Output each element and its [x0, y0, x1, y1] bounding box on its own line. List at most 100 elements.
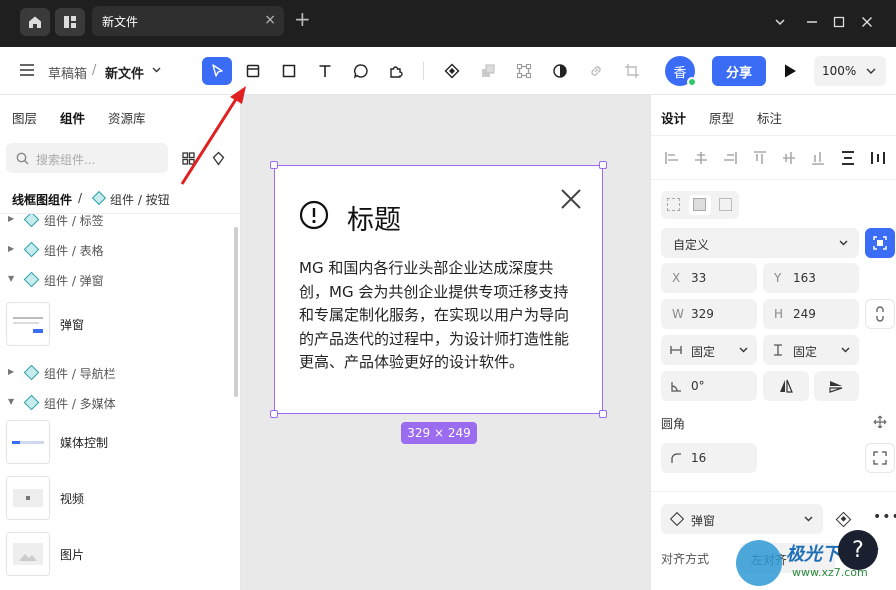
size-badge: 329 × 249 [401, 422, 477, 444]
free-frame-icon[interactable] [667, 198, 680, 211]
tab-annotate[interactable]: 标注 [757, 108, 782, 127]
rectangle-tool[interactable] [274, 57, 304, 85]
move-icon[interactable] [873, 415, 887, 429]
rotation-input[interactable]: 0° [661, 371, 757, 401]
flip-vertical-button[interactable] [814, 371, 859, 401]
horizontal-constraint-dropdown[interactable]: 固定 [661, 335, 757, 365]
file-tab[interactable]: 新文件 × [92, 6, 284, 36]
component-tool[interactable] [437, 57, 467, 85]
tab-prototype[interactable]: 原型 [709, 108, 734, 127]
tab-design[interactable]: 设计 [661, 108, 686, 127]
frame-tool[interactable] [238, 57, 268, 85]
align-top-icon[interactable] [753, 151, 767, 165]
crop-tool[interactable] [617, 57, 647, 85]
zoom-dropdown[interactable]: 100% [814, 56, 886, 86]
link-icon [591, 66, 601, 76]
resize-handle[interactable] [270, 410, 278, 418]
boolean-tool[interactable] [473, 57, 503, 85]
breadcrumb-drafts[interactable]: 草稿箱 [48, 63, 87, 82]
corner-radius-heading: 圆角 [661, 417, 686, 431]
corner-radius-input[interactable]: 16 [661, 443, 757, 473]
library-button[interactable] [55, 8, 85, 36]
distribute-horizontal-icon[interactable] [871, 151, 885, 165]
vertical-constraint-dropdown[interactable]: 固定 [763, 335, 859, 365]
chevron-down-icon[interactable] [770, 12, 790, 32]
height-input[interactable]: H 249 [763, 299, 859, 329]
select-tool[interactable] [202, 57, 232, 85]
chevron-down-icon: ▼ [8, 274, 15, 283]
tab-assets[interactable]: 资源库 [108, 108, 146, 127]
plugin-tool[interactable] [381, 57, 411, 85]
tree-group-navbar[interactable]: ▶ 组件 / 导航栏 [0, 362, 230, 384]
play-button[interactable] [783, 63, 797, 79]
link-icon [876, 306, 884, 322]
frame-type-toggle[interactable] [661, 191, 739, 219]
align-middle-icon[interactable] [782, 151, 796, 165]
text-tool[interactable] [310, 57, 340, 85]
distribute-vertical-icon[interactable] [841, 151, 855, 165]
resize-handle[interactable] [599, 410, 607, 418]
file-name[interactable]: 新文件 [105, 63, 144, 82]
tab-components[interactable]: 组件 [60, 108, 85, 127]
align-right-icon[interactable] [723, 151, 737, 165]
align-left-icon[interactable] [665, 151, 679, 165]
independent-corners-button[interactable] [865, 443, 895, 473]
component-thumbnail-dialog[interactable] [6, 302, 50, 346]
scrollbar[interactable] [234, 227, 238, 397]
avatar[interactable]: 香 [665, 56, 697, 87]
close-icon[interactable] [560, 188, 582, 210]
align-mode-label: 对齐方式 [661, 552, 710, 566]
component-label[interactable]: 弹窗 [60, 316, 84, 333]
new-tab-button[interactable]: + [294, 7, 311, 31]
tab-close-button[interactable]: × [264, 12, 276, 28]
tree-group-tag[interactable]: ▶ 组件 / 标签 [0, 214, 230, 231]
dialog-frame[interactable]: 标题 MG 和国内各行业头部企业达成深度共创，MG 会为共创企业提供专项迁移支持… [270, 161, 607, 418]
boolean-icon [482, 64, 495, 77]
tree-group-table[interactable]: ▶ 组件 / 表格 [0, 239, 230, 261]
component-thumbnail-video[interactable] [6, 476, 50, 520]
image-icon [19, 554, 37, 561]
search-input[interactable]: 搜索组件... [6, 143, 168, 173]
component-thumbnail-image[interactable] [6, 532, 50, 576]
tree-group-media[interactable]: ▼ 组件 / 多媒体 [0, 392, 230, 414]
width-input[interactable]: W 329 [661, 299, 757, 329]
more-options-icon[interactable]: ••• [873, 509, 896, 525]
transform-tool[interactable] [509, 57, 539, 85]
align-center-icon[interactable] [694, 151, 708, 165]
close-window-button[interactable] [857, 12, 877, 32]
align-bottom-icon[interactable] [811, 151, 825, 165]
chevron-down-icon[interactable] [152, 67, 161, 73]
component-label[interactable]: 图片 [60, 546, 84, 563]
go-to-main-component-icon[interactable] [835, 511, 852, 528]
component-thumbnail-media-control[interactable] [6, 420, 50, 464]
help-button[interactable]: ? [838, 530, 878, 570]
tree-group-dialog[interactable]: ▼ 组件 / 弹窗 [0, 269, 230, 291]
x-input[interactable]: X 33 [661, 263, 757, 293]
breadcrumb-current[interactable]: 组件 / 按钮 [110, 191, 170, 208]
layout-frame-icon[interactable] [719, 198, 732, 211]
constrain-proportions-button[interactable] [865, 299, 895, 329]
component-label[interactable]: 视频 [60, 490, 84, 507]
home-button[interactable] [20, 8, 50, 36]
fit-content-button[interactable] [865, 228, 895, 258]
resize-handle[interactable] [270, 161, 278, 169]
zoom-value: 100% [822, 64, 857, 78]
mask-tool[interactable] [545, 57, 575, 85]
component-instance-dropdown[interactable]: 弹窗 [661, 504, 823, 534]
menu-icon[interactable] [20, 64, 34, 76]
tab-layers[interactable]: 图层 [12, 108, 37, 127]
flip-horizontal-button[interactable] [763, 371, 809, 401]
chevron-down-icon: ▼ [8, 397, 15, 406]
minimize-button[interactable] [802, 12, 822, 32]
y-input[interactable]: Y 163 [763, 263, 859, 293]
comment-tool[interactable] [346, 57, 376, 85]
link-tool[interactable] [581, 57, 611, 85]
maximize-button[interactable] [829, 12, 849, 32]
resize-handle[interactable] [599, 161, 607, 169]
share-button[interactable]: 分享 [712, 56, 766, 86]
fixed-frame-option[interactable] [689, 195, 711, 215]
component-label[interactable]: 媒体控制 [60, 434, 108, 451]
canvas[interactable]: 标题 MG 和国内各行业头部企业达成深度共创，MG 会为共创企业提供专项迁移支持… [241, 95, 650, 590]
size-preset-dropdown[interactable]: 自定义 [661, 228, 859, 258]
breadcrumb-root[interactable]: 线框图组件 [12, 191, 72, 208]
